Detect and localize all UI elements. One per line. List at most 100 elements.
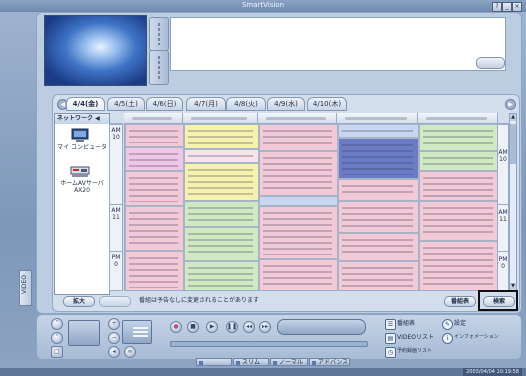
- date-tab[interactable]: 4/8(火): [226, 97, 266, 111]
- information-link[interactable]: インフォメーション: [454, 333, 499, 342]
- minimize-button[interactable]: _: [502, 2, 512, 12]
- layout-tab[interactable]: スリム: [233, 358, 269, 366]
- speaker-icon[interactable]: ◂: [108, 346, 120, 358]
- date-tab[interactable]: 4/4(金): [66, 97, 105, 111]
- secondary-button[interactable]: [99, 296, 131, 307]
- playback-progress-bar[interactable]: [170, 341, 368, 347]
- program-cell[interactable]: [338, 138, 419, 179]
- program-cell[interactable]: [184, 201, 259, 227]
- minus-icon[interactable]: −: [108, 332, 120, 344]
- program-guide-icon[interactable]: ☰: [385, 319, 396, 330]
- date-tab[interactable]: 4/6(日): [146, 97, 183, 111]
- video-list-icon[interactable]: ▤: [385, 333, 396, 344]
- layout-tab-bar: スリム ノーマル アドバンス: [196, 358, 350, 367]
- preview-thumbnail[interactable]: [44, 15, 147, 86]
- program-cell[interactable]: [259, 151, 338, 196]
- vertical-scrollbar[interactable]: ▲ ▼: [509, 113, 517, 291]
- vertical-tab-1[interactable]: [149, 17, 169, 51]
- close-button[interactable]: ×: [512, 2, 522, 12]
- video-list-link[interactable]: VIDEOリスト: [397, 333, 434, 342]
- input-icon[interactable]: ▢: [51, 346, 63, 358]
- program-cell[interactable]: [419, 241, 497, 290]
- program-guide-link[interactable]: 番組表: [397, 319, 415, 328]
- recording-list-link[interactable]: 予約録画リスト: [397, 347, 432, 356]
- channel-header[interactable]: [258, 113, 337, 123]
- network-item-label[interactable]: マイ コンピュータ: [55, 144, 109, 151]
- computer-icon[interactable]: [69, 128, 91, 143]
- chevron-down-icon[interactable]: ˅: [51, 332, 63, 344]
- program-cell[interactable]: [338, 179, 419, 201]
- info-icon[interactable]: i: [442, 333, 453, 344]
- expand-button[interactable]: 拡大: [63, 296, 95, 307]
- program-cell[interactable]: [338, 124, 419, 138]
- play-icon[interactable]: ▶: [206, 321, 218, 333]
- program-cell[interactable]: [338, 201, 419, 233]
- channel-header[interactable]: [183, 113, 258, 123]
- stop-icon[interactable]: ■: [187, 321, 199, 333]
- chevron-up-icon[interactable]: ˄: [51, 318, 63, 330]
- info-panel: [170, 17, 506, 71]
- date-tab[interactable]: 4/5(土): [107, 97, 145, 111]
- date-tab[interactable]: 4/9(水): [267, 97, 305, 111]
- program-cell[interactable]: [259, 206, 338, 259]
- date-tab[interactable]: 4/10(木): [307, 97, 347, 111]
- program-cell[interactable]: [338, 233, 419, 261]
- program-cell[interactable]: [419, 201, 497, 241]
- status-datetime: 2003/04/04 10:19:58: [463, 368, 522, 376]
- rewind-icon[interactable]: ◂◂: [243, 321, 255, 333]
- time-ampm: AM: [498, 149, 508, 156]
- program-cell[interactable]: [259, 124, 338, 151]
- program-cell[interactable]: [184, 163, 259, 201]
- program-cell[interactable]: [125, 251, 184, 290]
- layout-tab[interactable]: アドバンス: [309, 358, 350, 366]
- program-cell[interactable]: [338, 261, 419, 290]
- channel-header[interactable]: [418, 113, 498, 123]
- av-server-icon[interactable]: [69, 164, 91, 179]
- program-cell[interactable]: [125, 124, 184, 147]
- program-cell[interactable]: [184, 124, 259, 149]
- record-icon[interactable]: ●: [170, 321, 182, 333]
- channel-header[interactable]: [337, 113, 418, 123]
- time-slot: PM 0: [110, 251, 122, 294]
- program-cell[interactable]: [259, 196, 338, 206]
- layout-tab[interactable]: ノーマル: [270, 358, 308, 366]
- network-item-sublabel[interactable]: AX20: [55, 187, 109, 194]
- time-column-left: AM 10 AM 11 PM 0: [109, 123, 123, 291]
- settings-icon[interactable]: ✎: [442, 319, 453, 330]
- time-hour: 0: [501, 263, 505, 270]
- pause-icon[interactable]: ❚❚: [226, 321, 238, 333]
- next-date-icon[interactable]: ▶: [505, 99, 516, 110]
- settings-link[interactable]: 設定: [454, 319, 466, 328]
- program-cell[interactable]: [184, 227, 259, 261]
- program-cell[interactable]: [125, 171, 184, 206]
- date-tab[interactable]: 4/7(月): [186, 97, 226, 111]
- channel-header[interactable]: [124, 113, 183, 123]
- help-button[interactable]: ?: [492, 2, 502, 12]
- program-cell[interactable]: [419, 171, 497, 201]
- video-side-tab[interactable]: VIDEO: [19, 270, 32, 306]
- search-highlight-box: [478, 290, 518, 311]
- program-cell[interactable]: [259, 259, 338, 290]
- fast-forward-icon[interactable]: ▸▸: [259, 321, 271, 333]
- layout-tab[interactable]: [196, 358, 232, 366]
- scroll-thumb[interactable]: [510, 124, 516, 164]
- program-cell[interactable]: [419, 151, 497, 171]
- scroll-down-icon[interactable]: ▼: [510, 283, 516, 290]
- mute-icon[interactable]: ∞: [124, 346, 136, 358]
- program-cell[interactable]: [184, 149, 259, 163]
- program-guide-button[interactable]: 番組表: [444, 296, 476, 307]
- program-cell[interactable]: [419, 124, 497, 151]
- program-cell[interactable]: [125, 206, 184, 251]
- notice-text: 番組は予告なしに変更されることがあります: [139, 297, 260, 304]
- recording-list-icon[interactable]: ◷: [385, 347, 396, 358]
- plus-icon[interactable]: +: [108, 318, 120, 330]
- network-header[interactable]: ネットワーク ◀: [55, 114, 109, 124]
- network-item-label[interactable]: ホームAVサーバ: [55, 180, 109, 187]
- vertical-tab-2[interactable]: [149, 50, 169, 85]
- info-panel-button[interactable]: [476, 57, 505, 69]
- channel-display: [68, 320, 100, 346]
- program-cell[interactable]: [184, 261, 259, 290]
- scroll-up-icon[interactable]: ▲: [510, 114, 516, 121]
- volume-display: [122, 320, 152, 344]
- program-cell[interactable]: [125, 147, 184, 171]
